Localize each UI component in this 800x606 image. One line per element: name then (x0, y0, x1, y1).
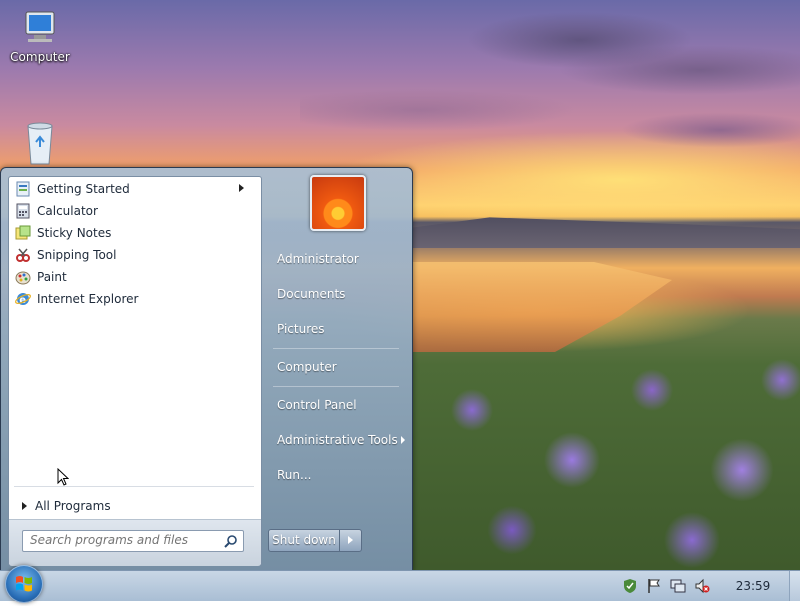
chevron-right-icon (348, 536, 353, 544)
desktop-icon-computer[interactable]: Computer (5, 8, 75, 64)
right-item-administrator[interactable]: Administrator (270, 247, 409, 271)
internet-explorer-icon: e (15, 291, 31, 307)
computer-icon (18, 8, 62, 48)
paint-icon (15, 269, 31, 285)
wallpaper-hills (412, 217, 800, 248)
taskbar-clock[interactable]: 23:59 (728, 571, 778, 601)
security-shield-icon[interactable] (622, 578, 638, 594)
submenu-arrow-icon (239, 184, 244, 192)
search-box (22, 530, 244, 552)
sticky-notes-icon (15, 225, 31, 241)
all-programs-arrow-icon (22, 502, 27, 510)
program-label: Internet Explorer (37, 292, 139, 306)
program-internet-explorer[interactable]: e Internet Explorer (12, 288, 252, 310)
shutdown-button[interactable]: Shut down (268, 529, 340, 552)
right-item-label: Computer (277, 360, 337, 374)
action-center-flag-icon[interactable] (646, 578, 662, 594)
program-label: Calculator (37, 204, 98, 218)
wallpaper-lake (412, 262, 672, 352)
right-item-computer[interactable]: Computer (270, 355, 409, 379)
start-menu-programs-pane: Getting Started Calculator Sticky Notes … (8, 176, 262, 566)
right-item-control-panel[interactable]: Control Panel (270, 393, 409, 417)
search-area (9, 519, 261, 566)
getting-started-icon (15, 181, 31, 197)
program-label: Sticky Notes (37, 226, 112, 240)
programs-separator (14, 486, 254, 487)
user-picture-avatar[interactable] (310, 175, 366, 231)
search-input[interactable] (23, 531, 220, 549)
right-item-documents[interactable]: Documents (270, 282, 409, 306)
desktop-icon-label: Computer (10, 50, 70, 64)
program-label: Snipping Tool (37, 248, 117, 262)
right-item-label: Pictures (277, 322, 325, 336)
snipping-tool-icon (15, 247, 31, 263)
network-icon[interactable] (670, 578, 686, 594)
program-sticky-notes[interactable]: Sticky Notes (12, 222, 252, 244)
all-programs-button[interactable]: All Programs (16, 496, 252, 516)
all-programs-label: All Programs (35, 499, 111, 513)
right-item-administrative-tools[interactable]: Administrative Tools (270, 428, 409, 452)
submenu-arrow-icon (401, 436, 405, 444)
right-item-label: Documents (277, 287, 346, 301)
shutdown-options-button[interactable] (339, 529, 362, 552)
right-item-label: Run... (277, 468, 312, 482)
start-menu: Getting Started Calculator Sticky Notes … (0, 167, 413, 572)
right-item-pictures[interactable]: Pictures (270, 317, 409, 341)
show-desktop-button[interactable] (789, 571, 800, 601)
program-snipping-tool[interactable]: Snipping Tool (12, 244, 252, 266)
program-getting-started[interactable]: Getting Started (12, 178, 252, 200)
start-button[interactable] (5, 565, 43, 603)
program-calculator[interactable]: Calculator (12, 200, 252, 222)
right-separator (273, 386, 399, 387)
right-item-run[interactable]: Run... (270, 463, 409, 487)
volume-muted-icon[interactable] (694, 578, 710, 594)
windows-logo-icon (16, 576, 32, 592)
right-item-label: Administrator (277, 252, 359, 266)
program-label: Getting Started (37, 182, 130, 196)
wallpaper-flowers (412, 350, 800, 570)
recycle-bin-icon (18, 120, 62, 165)
wallpaper-clouds (300, 0, 800, 160)
taskbar: 23:59 (0, 565, 800, 603)
right-item-label: Administrative Tools (277, 433, 398, 447)
calculator-icon (15, 203, 31, 219)
right-separator (273, 348, 399, 349)
desktop-icon-recycle-bin[interactable] (5, 120, 75, 165)
program-paint[interactable]: Paint (12, 266, 252, 288)
mouse-cursor-icon (57, 467, 70, 486)
program-label: Paint (37, 270, 67, 284)
start-menu-right-pane: Administrator Documents Pictures Compute… (263, 168, 411, 571)
search-icon[interactable] (224, 534, 238, 548)
right-item-label: Control Panel (277, 398, 357, 412)
